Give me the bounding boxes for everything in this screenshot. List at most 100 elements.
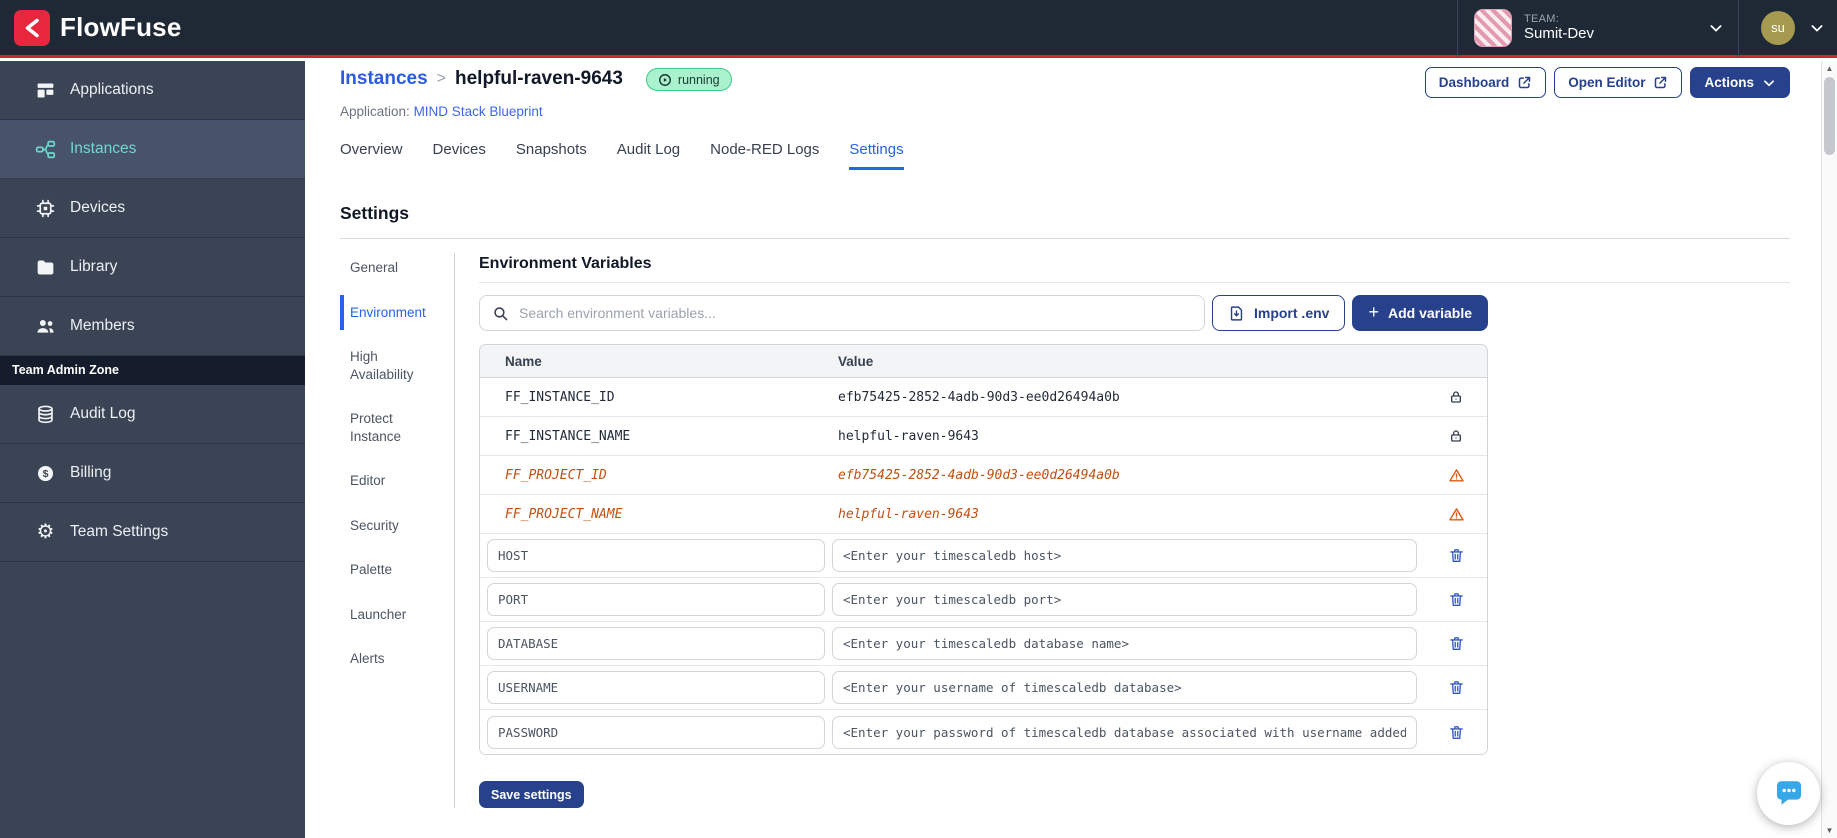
application-label: Application: (340, 104, 410, 119)
import-file-icon (1230, 305, 1243, 321)
search-input[interactable] (519, 305, 1192, 321)
lock-icon (1451, 430, 1461, 442)
table-row (480, 666, 1487, 710)
table-row: FF_PROJECT_NAME helpful-raven-9643 (480, 495, 1487, 534)
tab-nodered-logs[interactable]: Node-RED Logs (710, 141, 819, 170)
scrollbar-thumb[interactable] (1824, 77, 1835, 155)
tab-overview[interactable]: Overview (340, 141, 403, 170)
env-value: helpful-raven-9643 (838, 428, 979, 444)
sidebar-item-library[interactable]: Library (0, 238, 305, 297)
sidebar-item-applications[interactable]: Applications (0, 61, 305, 120)
sidebar: Applications Instances Devices Library M… (0, 61, 305, 838)
chevron-down-icon (1708, 20, 1724, 36)
sidebar-item-instances[interactable]: Instances (0, 120, 305, 179)
trash-icon[interactable] (1448, 547, 1465, 564)
tab-settings[interactable]: Settings (849, 141, 904, 170)
dollar-circle-icon: $ (35, 463, 56, 484)
subnav-palette[interactable]: Palette (350, 561, 442, 579)
sidebar-item-audit-log[interactable]: Audit Log (0, 385, 305, 444)
save-settings-button[interactable]: Save settings (479, 781, 584, 808)
warning-icon (1448, 468, 1464, 482)
table-row (480, 622, 1487, 666)
env-value-input[interactable] (832, 627, 1417, 660)
add-variable-button[interactable]: + Add variable (1352, 295, 1488, 331)
env-value-input[interactable] (832, 539, 1417, 572)
subnav-protect-instance[interactable]: Protect Instance (350, 410, 442, 445)
env-value-input[interactable] (832, 583, 1417, 616)
flowfuse-logo-icon (14, 9, 50, 46)
env-name: FF_INSTANCE_NAME (505, 428, 631, 444)
status-badge: running (645, 68, 732, 91)
tab-devices[interactable]: Devices (433, 141, 486, 170)
lock-icon (1451, 391, 1461, 403)
column-header-name: Name (505, 353, 542, 369)
application-link[interactable]: MIND Stack Blueprint (414, 104, 543, 119)
table-row: FF_INSTANCE_ID efb75425-2852-4adb-90d3-e… (480, 378, 1487, 417)
sidebar-item-devices[interactable]: Devices (0, 179, 305, 238)
members-icon (35, 316, 56, 337)
chat-bubble-icon (1776, 780, 1801, 805)
sidebar-item-team-settings[interactable]: ⚙ Team Settings (0, 503, 305, 562)
env-value: efb75425-2852-4adb-90d3-ee0d26494a0b (838, 467, 1120, 483)
subnav-launcher[interactable]: Launcher (350, 606, 442, 624)
subnav-alerts[interactable]: Alerts (350, 650, 442, 668)
instance-name: helpful-raven-9643 (455, 68, 623, 89)
instances-icon (35, 139, 56, 160)
scroll-up-arrow[interactable]: ▲ (1822, 64, 1837, 73)
applications-icon (35, 80, 56, 101)
brand-name: FlowFuse (60, 12, 182, 42)
subnav-environment[interactable]: Environment (340, 294, 442, 330)
env-name-input[interactable] (487, 539, 825, 572)
trash-icon[interactable] (1448, 679, 1465, 696)
cpu-chip-icon (35, 198, 56, 219)
tab-audit-log[interactable]: Audit Log (617, 141, 680, 170)
team-selector[interactable]: TEAM: Sumit-Dev (1458, 0, 1738, 57)
sidebar-item-label: Library (70, 258, 118, 275)
breadcrumb-instances-link[interactable]: Instances (340, 68, 428, 90)
vertical-divider (454, 253, 455, 808)
sidebar-item-members[interactable]: Members (0, 297, 305, 356)
env-name-input[interactable] (487, 715, 825, 749)
gear-icon: ⚙ (36, 520, 55, 543)
settings-subnav: General Environment High Availability Pr… (340, 253, 454, 808)
env-value-input[interactable] (832, 715, 1417, 749)
table-row: FF_INSTANCE_NAME helpful-raven-9643 (480, 417, 1487, 456)
subnav-general[interactable]: General (350, 259, 442, 277)
actions-button[interactable]: Actions (1690, 67, 1790, 98)
open-editor-button[interactable]: Open Editor (1554, 67, 1683, 98)
flowfuse-logo[interactable]: FlowFuse (14, 9, 182, 46)
sidebar-item-label: Instances (70, 140, 137, 157)
warning-icon (1448, 507, 1464, 521)
instance-tabs: Overview Devices Snapshots Audit Log Nod… (340, 141, 1790, 170)
dashboard-button[interactable]: Dashboard (1424, 67, 1547, 98)
subnav-security[interactable]: Security (350, 517, 442, 535)
tab-snapshots[interactable]: Snapshots (516, 141, 587, 170)
env-name-input[interactable] (487, 627, 825, 660)
team-admin-zone-header: Team Admin Zone (0, 356, 305, 385)
trash-icon[interactable] (1448, 591, 1465, 608)
chevron-down-icon (1809, 20, 1825, 36)
user-menu[interactable]: su (1739, 10, 1837, 45)
env-name-input[interactable] (487, 583, 825, 616)
env-value: efb75425-2852-4adb-90d3-ee0d26494a0b (838, 389, 1120, 405)
chat-widget-button[interactable] (1757, 762, 1820, 825)
env-value-input[interactable] (832, 671, 1417, 704)
search-box (479, 295, 1205, 331)
user-avatar: su (1761, 10, 1795, 45)
subnav-editor[interactable]: Editor (350, 472, 442, 490)
external-link-icon (1655, 76, 1667, 89)
table-row (480, 578, 1487, 622)
env-name: FF_PROJECT_NAME (505, 506, 623, 522)
sidebar-item-label: Audit Log (70, 405, 136, 422)
trash-icon[interactable] (1448, 635, 1465, 652)
sidebar-item-billing[interactable]: $ Billing (0, 444, 305, 503)
subnav-high-availability[interactable]: High Availability (350, 348, 442, 383)
import-env-button[interactable]: Import .env (1211, 295, 1346, 331)
env-name-input[interactable] (487, 671, 825, 704)
divider (340, 238, 1790, 239)
scroll-down-arrow[interactable]: ▼ (1822, 826, 1837, 835)
page-title: Settings (340, 203, 410, 223)
main-content: Instances > helpful-raven-9643 running D… (305, 61, 1821, 838)
env-name: FF_PROJECT_ID (505, 467, 607, 483)
trash-icon[interactable] (1448, 724, 1465, 741)
